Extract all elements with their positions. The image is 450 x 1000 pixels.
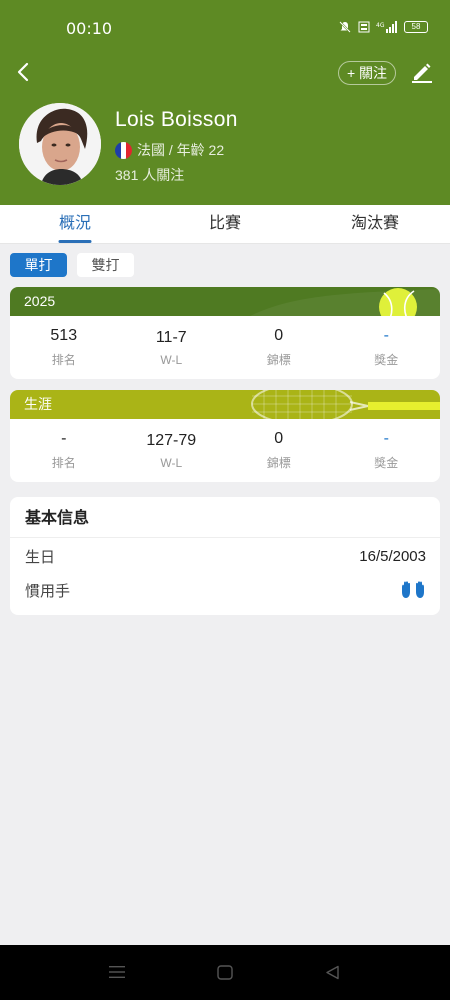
player-photo — [19, 103, 101, 185]
birthday-row: 生日 16/5/2003 — [10, 539, 440, 573]
menu-icon[interactable] — [109, 965, 125, 979]
basic-info-title: 基本信息 — [10, 497, 440, 538]
basic-info-card: 基本信息 生日 16/5/2003 慣用手 — [10, 497, 440, 615]
tab-bar: 概況 比賽 淘汰賽 — [0, 205, 450, 244]
career-stats-card: 生涯 - 排名 127-79 W-L 0 錦標 - 獎金 — [10, 390, 440, 482]
stat-label: 排名 — [51, 456, 76, 470]
season-card-header: 2025 — [10, 287, 440, 316]
stat-label: 錦標 — [266, 456, 291, 470]
stat-label: 獎金 — [374, 353, 399, 367]
tab-overview[interactable]: 概況 — [0, 205, 150, 243]
tennis-racket-icon — [251, 390, 440, 419]
system-nav-bar — [0, 945, 450, 1000]
stat-label: 排名 — [51, 353, 76, 367]
back-nav-icon[interactable] — [325, 965, 340, 980]
career-card-header: 生涯 — [10, 390, 440, 419]
doubles-button[interactable]: 雙打 — [77, 253, 134, 277]
career-title: 生涯 — [24, 396, 52, 412]
stat-titles: 0 錦標 — [225, 419, 333, 482]
stat-label: W-L — [160, 352, 183, 367]
handedness-row: 慣用手 — [10, 573, 440, 607]
handedness-label: 慣用手 — [25, 582, 71, 600]
tab-matches[interactable]: 比賽 — [150, 205, 300, 243]
hands-icon — [402, 581, 424, 598]
mute-icon — [339, 21, 351, 33]
tab-draws[interactable]: 淘汰賽 — [300, 205, 450, 243]
stat-value: - — [383, 430, 389, 447]
svg-text:4G: 4G — [376, 22, 385, 29]
stat-label: W-L — [160, 455, 183, 470]
singles-button[interactable]: 單打 — [10, 253, 67, 277]
season-stats-row: 513 排名 11-7 W-L 0 錦標 - 獎金 — [10, 316, 440, 379]
follow-button[interactable]: + 關注 — [338, 61, 396, 85]
stat-value: - — [383, 327, 389, 344]
singles-doubles-toggle: 單打 雙打 — [10, 253, 134, 277]
stat-value: 127-79 — [146, 431, 197, 449]
volte-icon — [358, 21, 370, 33]
player-header: 00:10 4G 58 + 關注 Lois Boisson 法國 / 年齡 22… — [0, 0, 450, 205]
home-icon[interactable] — [217, 965, 233, 980]
stat-value: 0 — [274, 327, 284, 344]
season-title: 2025 — [24, 293, 56, 309]
stat-win-loss: 11-7 W-L — [118, 316, 226, 379]
back-icon[interactable] — [12, 60, 36, 84]
status-bar: 00:10 4G 58 — [0, 0, 450, 56]
stat-value: 11-7 — [155, 328, 187, 346]
follower-count: 381 人關注 — [115, 167, 185, 183]
france-flag-icon — [115, 141, 132, 159]
player-name: Lois Boisson — [115, 108, 238, 131]
stat-prize-money: - 獎金 — [333, 316, 441, 379]
stat-ranking: - 排名 — [10, 419, 118, 482]
player-avatar — [19, 103, 101, 185]
season-stats-card: 2025 513 排名 11-7 W-L 0 錦標 - 獎金 — [10, 287, 440, 379]
signal-icon: 4G — [376, 21, 397, 33]
stat-label: 獎金 — [374, 456, 399, 470]
status-time: 00:10 — [66, 19, 113, 38]
stat-value: 513 — [50, 327, 78, 344]
edit-icon[interactable] — [410, 60, 434, 84]
country-age: 法國 / 年齡 22 — [137, 142, 225, 158]
status-icons: 4G 58 — [338, 20, 428, 34]
stat-win-loss: 127-79 W-L — [118, 419, 226, 482]
stat-value: 0 — [274, 430, 284, 447]
career-stats-row: - 排名 127-79 W-L 0 錦標 - 獎金 — [10, 419, 440, 482]
battery-icon: 58 — [404, 21, 428, 33]
birthday-label: 生日 — [25, 548, 56, 566]
follow-button-label: + 關注 — [346, 65, 388, 81]
stat-prize-money: - 獎金 — [333, 419, 441, 482]
player-meta: 法國 / 年齡 22 — [115, 140, 224, 160]
stat-label: 錦標 — [266, 353, 291, 367]
stat-titles: 0 錦標 — [225, 316, 333, 379]
tennis-ball-icon — [250, 288, 440, 316]
birthday-value: 16/5/2003 — [359, 547, 426, 565]
stat-ranking: 513 排名 — [10, 316, 118, 379]
stat-value: - — [61, 430, 67, 447]
